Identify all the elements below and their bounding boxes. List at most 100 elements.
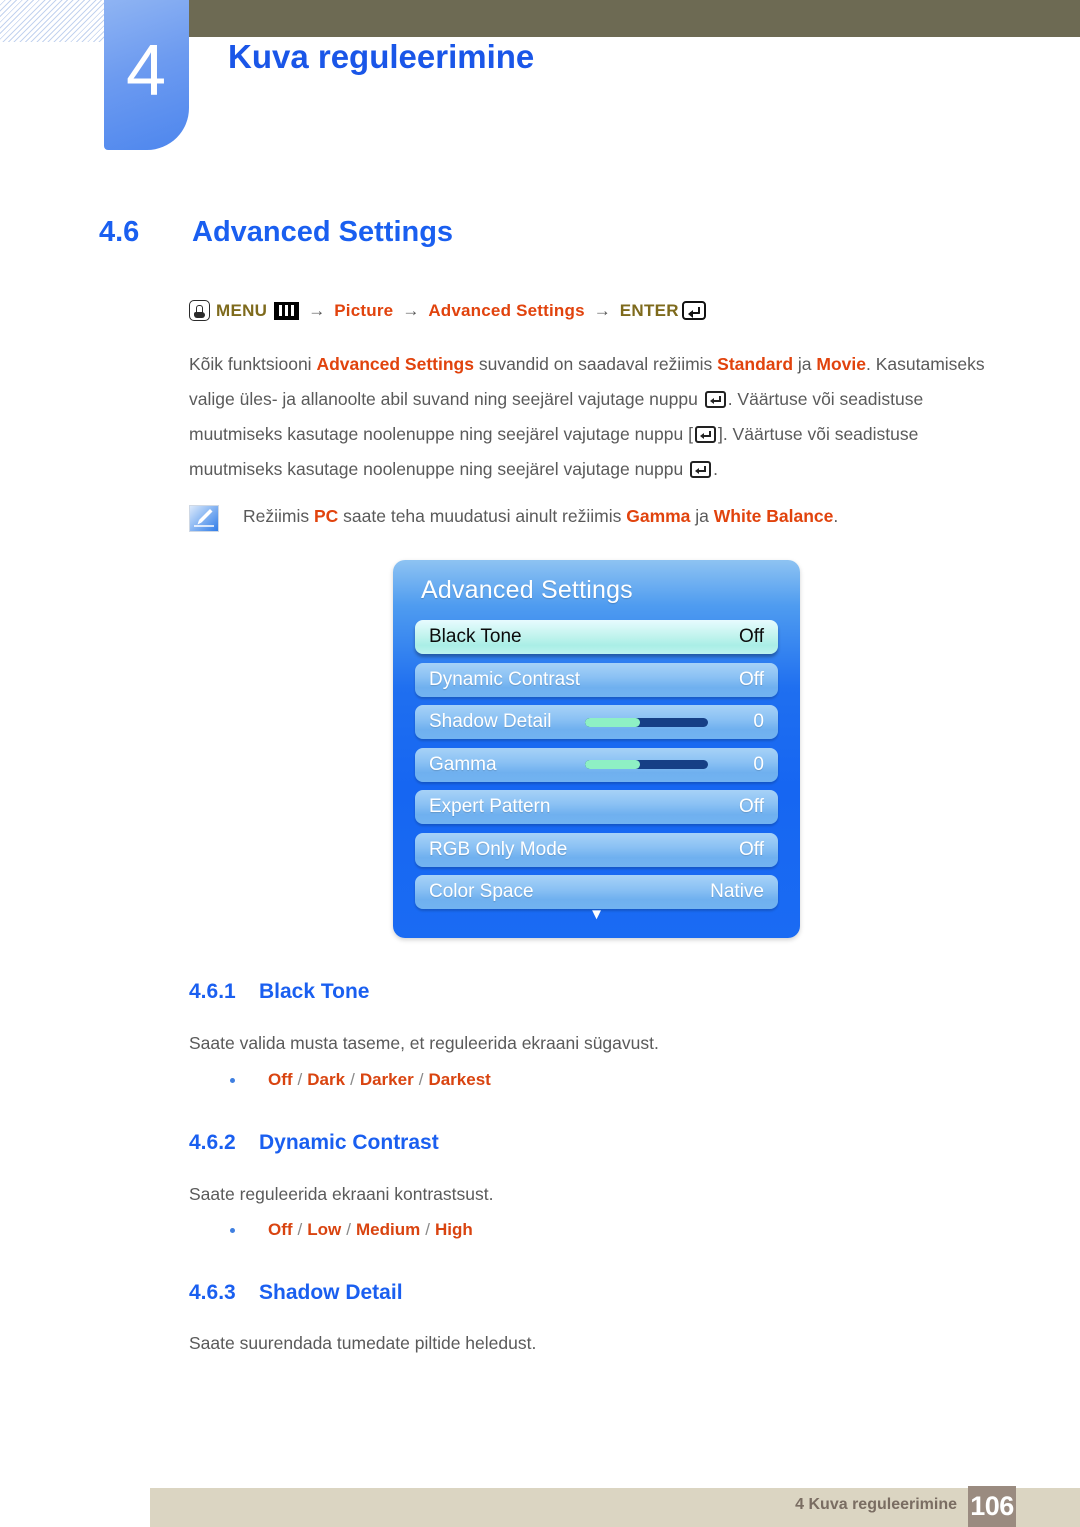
- osd-row-slider[interactable]: [585, 760, 708, 769]
- osd-row-value: Off: [739, 796, 764, 817]
- para-highlight-advanced-settings: Advanced Settings: [316, 354, 474, 374]
- chapter-header-bar: [175, 0, 1080, 37]
- osd-row-value: 0: [753, 753, 764, 775]
- osd-row[interactable]: Color Space Native: [415, 875, 778, 909]
- osd-row[interactable]: Shadow Detail 0: [415, 705, 778, 739]
- option-value: Dark: [307, 1070, 346, 1089]
- subsection-heading: 4.6.2 Dynamic Contrast: [189, 1131, 439, 1155]
- osd-row[interactable]: Expert Pattern Off: [415, 790, 778, 824]
- note-text-2: saate teha muudatusi ainult režiimis: [338, 506, 627, 526]
- option-value: Darker: [359, 1070, 414, 1089]
- osd-row-value: Off: [739, 626, 764, 647]
- osd-row-value: Off: [739, 668, 764, 690]
- decorative-hatch-pattern: [0, 0, 104, 42]
- note-pen-icon: [189, 505, 219, 532]
- para-text-3: ja: [793, 354, 817, 374]
- subsection-number: 4.6.3: [189, 1281, 236, 1304]
- note-highlight-pc: PC: [313, 506, 339, 526]
- path-arrow-2: →: [402, 300, 420, 320]
- hand-press-icon: [189, 300, 210, 321]
- subsection-number: 4.6.2: [189, 1131, 236, 1154]
- osd-row-label: Gamma: [429, 753, 497, 775]
- osd-panel-title: Advanced Settings: [421, 576, 633, 604]
- footer-chapter-label: 4 Kuva reguleerimine: [795, 1496, 957, 1513]
- option-separator: /: [346, 1220, 352, 1239]
- chapter-number-tab: 4: [104, 0, 189, 150]
- subsection-option-list: Off / Low / Medium / High: [230, 1220, 473, 1240]
- osd-row[interactable]: Black Tone Off: [415, 620, 778, 654]
- section-title: Advanced Settings: [192, 216, 454, 248]
- osd-row-slider[interactable]: [585, 717, 708, 727]
- subsection-body: Saate suurendada tumedate piltide heledu…: [189, 1333, 537, 1353]
- note-text-3: ja: [690, 506, 714, 526]
- menu-bars-icon: [274, 301, 300, 320]
- osd-row[interactable]: Gamma 0: [415, 747, 778, 782]
- osd-row[interactable]: Dynamic Contrast Off: [415, 662, 778, 697]
- chapter-title: Kuva reguleerimine: [228, 38, 535, 75]
- osd-slider-fill: [585, 717, 641, 727]
- option-separator: /: [297, 1220, 303, 1239]
- subsection-body: Saate reguleerida ekraani kontrastsust.: [189, 1184, 494, 1204]
- option-value: Off: [268, 1070, 293, 1089]
- osd-row-label: RGB Only Mode: [429, 838, 568, 860]
- osd-advanced-settings-panel: Advanced Settings Black Tone Off Dynamic C…: [393, 560, 800, 938]
- para-highlight-movie: Movie: [816, 354, 866, 374]
- footer-page-number: 106: [968, 1486, 1016, 1527]
- osd-scroll-down-chevron-icon[interactable]: ▼: [393, 907, 800, 922]
- subsection-heading: 4.6.3 Shadow Detail: [189, 1281, 403, 1305]
- option-value: Medium: [356, 1220, 421, 1239]
- subsection-option-list: Off / Dark / Darker / Darkest: [230, 1070, 491, 1090]
- option-separator: /: [350, 1070, 355, 1089]
- note-text-1: Režiimis: [243, 506, 314, 526]
- option-value: Off: [268, 1220, 293, 1239]
- osd-row[interactable]: RGB Only Mode Off: [415, 832, 778, 867]
- osd-row-label: Shadow Detail: [429, 711, 552, 732]
- path-arrow-3: →: [593, 300, 611, 320]
- osd-row-label: Black Tone: [429, 626, 522, 647]
- osd-row-value: Off: [739, 838, 764, 860]
- enter-label: ENTER: [619, 300, 679, 320]
- menu-path: MENU → Picture → Advanced Settings → ENT…: [189, 300, 706, 321]
- osd-row-list: Black Tone Off Dynamic Contrast Off Shadow D…: [415, 620, 778, 918]
- chapter-number: 4: [125, 31, 166, 111]
- para-text-1: Kõik funktsiooni: [189, 354, 317, 374]
- menu-label: MENU: [216, 300, 268, 320]
- para-highlight-standard: Standard: [717, 354, 794, 374]
- subsection-heading: 4.6.1 Black Tone: [189, 980, 369, 1004]
- inline-enter-key-icon-2: [694, 426, 716, 443]
- osd-row-label: Dynamic Contrast: [429, 668, 580, 690]
- para-text-2: suvandid on saadaval režiimis: [473, 354, 718, 374]
- path-arrow-1: →: [308, 300, 326, 320]
- section-number: 4.6: [99, 216, 140, 248]
- inline-enter-key-icon-1: [704, 391, 726, 408]
- enter-key-icon: [681, 301, 706, 320]
- note-highlight-white-balance: White Balance: [713, 506, 834, 526]
- osd-row-value: Native: [710, 881, 764, 902]
- subsection-number: 4.6.1: [189, 980, 236, 1003]
- osd-slider-fill: [585, 760, 641, 769]
- section-heading: 4.6 Advanced Settings: [99, 216, 453, 249]
- option-value: High: [434, 1220, 473, 1239]
- note-highlight-gamma: Gamma: [626, 506, 691, 526]
- subsection-title: Black Tone: [259, 980, 370, 1003]
- osd-row-label: Color Space: [429, 881, 534, 902]
- option-value: Darkest: [428, 1070, 491, 1089]
- subsection-body: Saate valida musta taseme, et reguleerid…: [189, 1033, 659, 1053]
- option-separator: /: [297, 1070, 303, 1089]
- osd-row-label: Expert Pattern: [429, 796, 551, 817]
- bullet-icon: [230, 1227, 235, 1233]
- bullet-icon: [230, 1077, 235, 1083]
- note-block: Režiimis PC saate teha muudatusi ainult …: [189, 503, 989, 532]
- path-item-advanced-settings: Advanced Settings: [428, 300, 585, 320]
- option-value: Low: [307, 1220, 342, 1239]
- osd-row-value: 0: [753, 711, 764, 732]
- option-separator: /: [418, 1070, 424, 1089]
- note-text: Režiimis PC saate teha muudatusi ainult …: [243, 503, 838, 529]
- path-item-picture: Picture: [334, 300, 394, 320]
- note-text-4: .: [833, 506, 839, 526]
- para-text-7: .: [713, 459, 718, 479]
- intro-paragraph: Kõik funktsiooni Advanced Settings suvan…: [189, 347, 999, 487]
- option-separator: /: [425, 1220, 430, 1239]
- subsection-title: Dynamic Contrast: [259, 1131, 439, 1154]
- inline-enter-key-icon-3: [690, 461, 712, 478]
